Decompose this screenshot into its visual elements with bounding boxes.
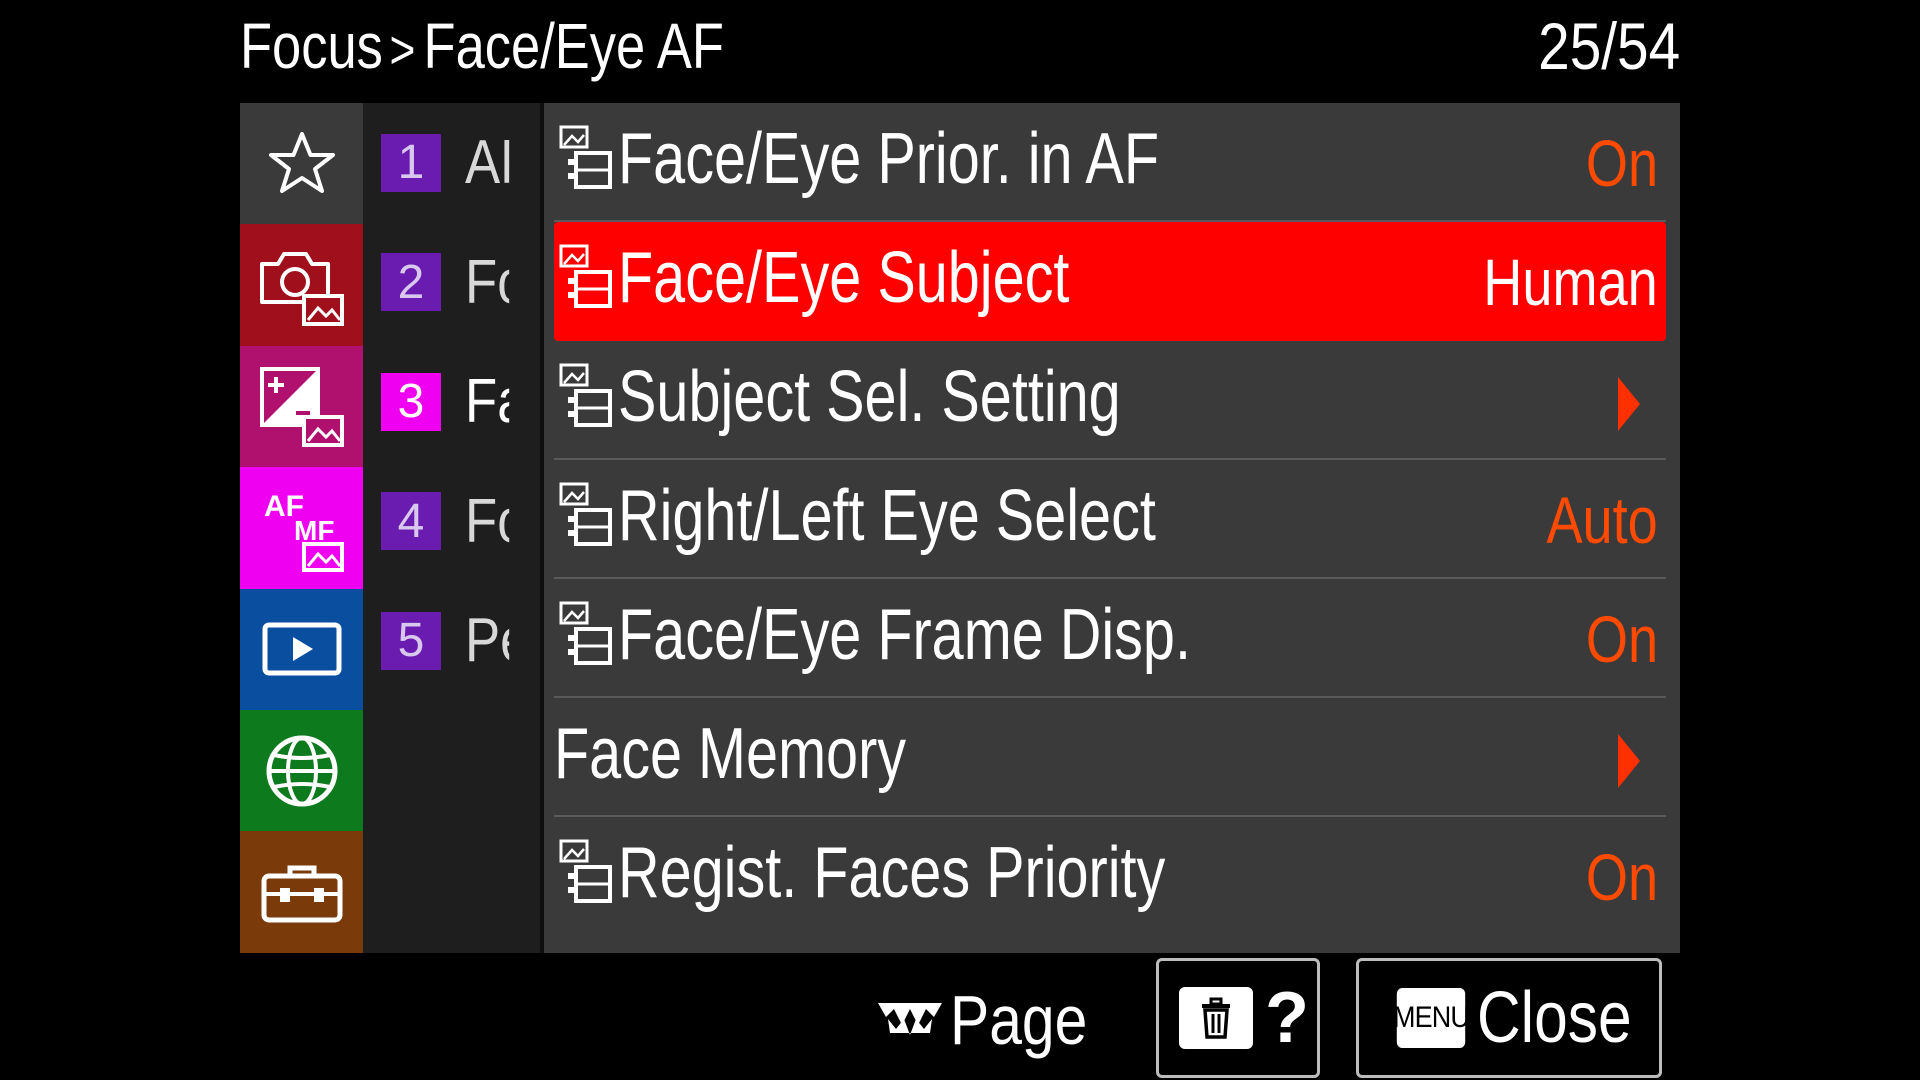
close-button[interactable]: MENU Close bbox=[1356, 958, 1662, 1078]
subpage-number: 2 bbox=[381, 253, 441, 312]
subpage-number: 1 bbox=[381, 133, 441, 192]
category-tabs: AF MF bbox=[240, 103, 363, 953]
breadcrumb-separator: > bbox=[389, 20, 416, 80]
still-movie-icon bbox=[559, 482, 612, 546]
breadcrumb-parent: Focus bbox=[240, 10, 383, 82]
menu-header: Focus > Face/Eye AF 25/54 bbox=[240, 0, 1680, 100]
exposure-color-icon bbox=[259, 367, 344, 448]
tab-shooting[interactable] bbox=[240, 224, 363, 346]
close-label: Close bbox=[1477, 978, 1632, 1058]
menu-item-face-eye-subject[interactable]: Face/Eye Subject Human bbox=[554, 222, 1666, 341]
menu-item-value: On bbox=[1585, 126, 1658, 200]
subpage-list: 1 AF 2 Fo 3 Fa 4 Fo 5 Pe bbox=[363, 103, 540, 953]
breadcrumb-current: Face/Eye AF bbox=[423, 10, 724, 82]
subpage-number: 4 bbox=[381, 492, 441, 551]
tab-exposure-color[interactable] bbox=[240, 345, 363, 468]
subpage-label: Fo bbox=[465, 486, 509, 556]
control-dial-icon bbox=[878, 1003, 942, 1035]
still-movie-icon bbox=[559, 601, 612, 665]
still-movie-icon bbox=[559, 125, 612, 189]
help-button[interactable]: ? bbox=[1156, 958, 1320, 1078]
menu-item-subject-sel-setting[interactable]: Subject Sel. Setting bbox=[554, 341, 1666, 460]
settings-menu-list: Face/Eye Prior. in AF On Face/Eye Subjec… bbox=[544, 103, 1680, 953]
page-label: Page bbox=[950, 981, 1088, 1059]
menu-key-icon: MENU bbox=[1393, 988, 1470, 1048]
menu-item-regist-faces-priority[interactable]: Regist. Faces Priority On bbox=[554, 817, 1666, 936]
still-movie-icon bbox=[559, 839, 612, 903]
menu-item-value: Auto bbox=[1546, 483, 1658, 557]
svg-text:MF: MF bbox=[294, 515, 334, 546]
af-mf-icon: AF MF bbox=[264, 490, 344, 572]
tab-playback[interactable] bbox=[240, 588, 363, 710]
menu-item-value: On bbox=[1585, 602, 1658, 676]
menu-item-label: Face Memory bbox=[554, 714, 907, 794]
subpage-label: AF bbox=[465, 128, 509, 198]
menu-item-label: Regist. Faces Priority bbox=[618, 833, 1166, 913]
page-counter: 25/54 bbox=[1537, 9, 1680, 83]
subpage-label: Fa bbox=[465, 367, 509, 437]
tab-network[interactable] bbox=[240, 709, 363, 832]
subpage-number: 3 bbox=[381, 372, 441, 431]
subpage-label: Fo bbox=[465, 247, 509, 317]
menu-item-label: Right/Left Eye Select bbox=[618, 476, 1156, 556]
toolbox-icon bbox=[261, 865, 342, 923]
trash-icon bbox=[1202, 997, 1230, 1039]
menu-item-face-eye-prior[interactable]: Face/Eye Prior. in AF On bbox=[554, 103, 1666, 222]
menu-item-right-left-eye[interactable]: Right/Left Eye Select Auto bbox=[554, 460, 1666, 579]
help-label: ? bbox=[1265, 978, 1309, 1058]
still-movie-icon bbox=[559, 244, 612, 308]
menu-item-face-memory[interactable]: Face Memory bbox=[554, 698, 1666, 817]
menu-item-value: Human bbox=[1483, 245, 1658, 319]
camera-photo-icon bbox=[259, 252, 344, 327]
subpage-item-1[interactable]: 1 AF bbox=[363, 103, 540, 223]
trash-key bbox=[1179, 987, 1253, 1049]
menu-item-face-eye-frame-disp[interactable]: Face/Eye Frame Disp. On bbox=[554, 579, 1666, 698]
playback-icon bbox=[262, 622, 341, 676]
breadcrumb: Focus > Face/Eye AF bbox=[240, 6, 724, 90]
menu-item-value: On bbox=[1585, 840, 1658, 914]
subpage-item-4[interactable]: 4 Fo bbox=[363, 462, 540, 582]
tab-my-menu[interactable] bbox=[240, 103, 363, 225]
menu-item-label: Face/Eye Frame Disp. bbox=[618, 595, 1191, 675]
network-globe-icon bbox=[266, 735, 337, 807]
subpage-item-3[interactable]: 3 Fa bbox=[363, 342, 540, 462]
tab-setup[interactable] bbox=[240, 831, 363, 953]
star-icon bbox=[268, 131, 335, 193]
subpage-label: Pe bbox=[465, 606, 509, 676]
subpage-item-5[interactable]: 5 Pe bbox=[363, 581, 540, 701]
tab-focus[interactable]: AF MF bbox=[240, 467, 363, 589]
camera-menu-screen: Focus > Face/Eye AF 25/54 AF MF 1 A 2 F … bbox=[0, 0, 1920, 1080]
submenu-arrow-icon bbox=[1618, 734, 1640, 788]
menu-item-label: Subject Sel. Setting bbox=[618, 357, 1121, 437]
still-movie-icon bbox=[559, 363, 612, 427]
subpage-number: 5 bbox=[381, 611, 441, 670]
submenu-arrow-icon bbox=[1618, 377, 1640, 431]
menu-item-label: Face/Eye Prior. in AF bbox=[618, 119, 1160, 199]
menu-item-label: Face/Eye Subject bbox=[618, 238, 1070, 318]
page-dial-hint: Page bbox=[874, 975, 1113, 1065]
subpage-item-2[interactable]: 2 Fo bbox=[363, 223, 540, 343]
